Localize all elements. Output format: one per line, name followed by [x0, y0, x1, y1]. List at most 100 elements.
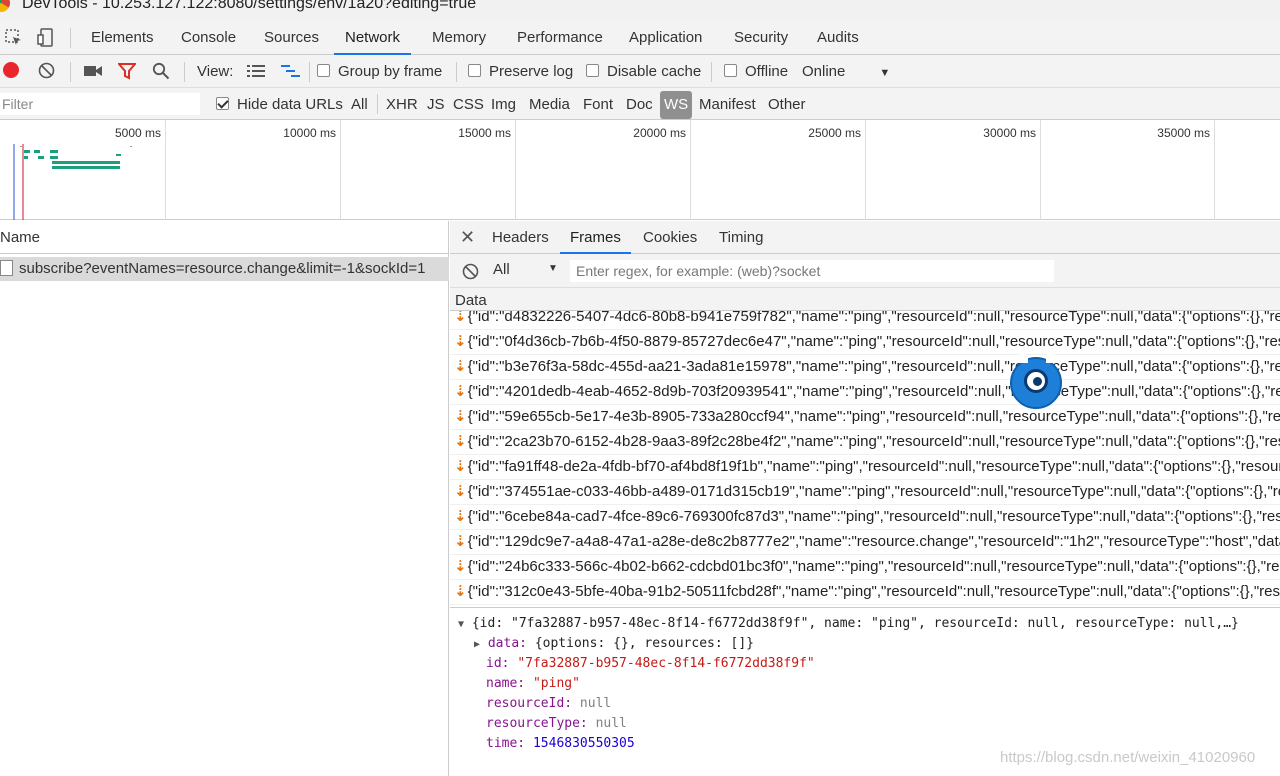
- frame-data: {"id":"b3e76f3a-58dc-455d-aa21-3ada81e15…: [467, 358, 1280, 375]
- frame-row[interactable]: ⇣{"id":"0f4d36cb-7b6b-4f50-8879-85727dec…: [450, 330, 1280, 355]
- checkbox-box: [724, 64, 737, 77]
- record-button[interactable]: [3, 62, 19, 78]
- toolbar-divider: [456, 62, 457, 82]
- filter-type-media[interactable]: Media: [529, 94, 570, 116]
- mascot-pupil: [1033, 377, 1042, 386]
- frame-row[interactable]: ⇣{"id":"2ca23b70-6152-4b28-9aa3-89f2c28b…: [450, 430, 1280, 455]
- filter-type-manifest[interactable]: Manifest: [699, 94, 756, 116]
- search-icon: [152, 62, 170, 80]
- frame-data: {"id":"312c0e43-5bfe-40ba-91b2-50511fcbd…: [467, 583, 1280, 600]
- frame-data: {"id":"0f4d36cb-7b6b-4f50-8879-85727dec6…: [467, 333, 1280, 350]
- detail-tabbar: ✕ Headers Frames Cookies Timing: [450, 221, 1280, 254]
- tab-sources[interactable]: Sources: [264, 20, 319, 55]
- tab-elements[interactable]: Elements: [91, 20, 154, 55]
- search-button[interactable]: [152, 62, 170, 84]
- arrow-down-icon: ⇣: [454, 458, 467, 475]
- clear-button[interactable]: [38, 62, 55, 84]
- frame-row[interactable]: ⇣{"id":"4201dedb-4eab-4652-8d9b-703f2093…: [450, 380, 1280, 405]
- watermark-text: https://blog.csdn.net/weixin_41020960: [1000, 749, 1256, 766]
- toolbar-divider: [70, 28, 71, 48]
- clear-frames-icon[interactable]: [462, 263, 479, 280]
- frame-row[interactable]: ⇣{"id":"24b6c333-566c-4b02-b662-cdcbd01b…: [450, 555, 1280, 580]
- frame-data: {"id":"d4832226-5407-4dc6-80b8-b941e759f…: [467, 311, 1280, 325]
- tab-timing[interactable]: Timing: [719, 221, 763, 254]
- filter-type-font[interactable]: Font: [583, 94, 613, 116]
- disable-cache-checkbox[interactable]: Disable cache: [586, 61, 701, 83]
- mascot-horn: [1046, 353, 1056, 363]
- frame-row[interactable]: ⇣{"id":"6cebe84a-cad7-4fce-89c6-769300fc…: [450, 505, 1280, 530]
- overview-time-label: 25000 ms: [808, 126, 861, 140]
- frame-row[interactable]: ⇣{"id":"b3e76f3a-58dc-455d-aa21-3ada81e1…: [450, 355, 1280, 380]
- filter-toggle-button[interactable]: [116, 62, 138, 84]
- chevron-down-icon[interactable]: ▼: [548, 263, 558, 274]
- group-by-frame-checkbox[interactable]: Group by frame: [317, 61, 442, 83]
- device-toolbar-icon[interactable]: [36, 28, 56, 48]
- frame-data: {"id":"4201dedb-4eab-4652-8d9b-703f20939…: [467, 383, 1280, 400]
- request-row[interactable]: subscribe?eventNames=resource.change&lim…: [0, 257, 449, 281]
- overview-time-label: 10000 ms: [283, 126, 336, 140]
- inspect-element-icon[interactable]: [4, 28, 24, 48]
- tab-cookies[interactable]: Cookies: [643, 221, 697, 254]
- frame-row[interactable]: ⇣{"id":"fa91ff48-de2a-4fdb-bf70-af4bd8f1…: [450, 455, 1280, 480]
- toolbar-divider: [70, 62, 71, 82]
- chrome-logo-icon: [0, 0, 10, 12]
- screenshots-button[interactable]: [83, 63, 103, 85]
- filter-funnel-icon: [116, 63, 138, 80]
- frame-row[interactable]: ⇣{"id":"374551ae-c033-46bb-a489-0171d315…: [450, 480, 1280, 505]
- tab-frames[interactable]: Frames: [560, 221, 631, 254]
- frame-row[interactable]: ⇣{"id":"129dc9e7-a4a8-47a1-a28e-de8c2b87…: [450, 530, 1280, 555]
- tab-console[interactable]: Console: [181, 20, 236, 55]
- frame-type-select[interactable]: All: [493, 261, 510, 278]
- filter-type-img[interactable]: Img: [491, 94, 516, 116]
- data-column-header[interactable]: Data: [450, 288, 1280, 311]
- property-value: null: [579, 696, 612, 711]
- name-column-header[interactable]: Name: [0, 221, 449, 254]
- object-property-data[interactable]: ▶ data: {options: {}, resources: []}: [474, 636, 754, 651]
- arrow-down-icon: ⇣: [454, 311, 467, 325]
- frames-regex-input[interactable]: [570, 260, 1054, 282]
- monster-mascot-icon[interactable]: [1010, 353, 1062, 409]
- filter-type-xhr[interactable]: XHR: [386, 94, 418, 116]
- tab-performance[interactable]: Performance: [517, 20, 603, 55]
- filter-type-js[interactable]: JS: [427, 94, 445, 116]
- tab-application[interactable]: Application: [629, 20, 702, 55]
- filter-type-ws[interactable]: WS: [660, 91, 693, 119]
- filter-type-doc[interactable]: Doc: [626, 94, 653, 116]
- arrow-down-icon: ⇣: [454, 558, 467, 575]
- tab-memory[interactable]: Memory: [432, 20, 486, 55]
- tab-network[interactable]: Network: [334, 20, 412, 55]
- filter-input[interactable]: [0, 93, 200, 115]
- tab-headers[interactable]: Headers: [492, 221, 549, 254]
- frame-row[interactable]: ⇣{"id":"d4832226-5407-4dc6-80b8-b941e759…: [450, 311, 1280, 330]
- close-icon[interactable]: ✕: [460, 227, 475, 248]
- clear-icon: [38, 62, 55, 79]
- object-summary[interactable]: ▼ {id: "7fa32887-b957-48ec-8f14-f6772dd3…: [458, 616, 1239, 631]
- frame-row[interactable]: ⇣{"id":"59e655cb-5e17-4e3b-8905-733a280c…: [450, 405, 1280, 430]
- tab-security[interactable]: Security: [734, 20, 788, 55]
- filter-type-all[interactable]: All: [351, 94, 368, 116]
- waterfall-overview-button[interactable]: [281, 63, 301, 85]
- overview-gridline: [515, 120, 516, 220]
- preserve-log-checkbox[interactable]: Preserve log: [468, 61, 573, 83]
- arrow-down-icon: ⇣: [454, 358, 467, 375]
- frame-row[interactable]: ⇣{"id":"312c0e43-5bfe-40ba-91b2-50511fcb…: [450, 580, 1280, 605]
- filter-type-other[interactable]: Other: [768, 94, 806, 116]
- large-rows-button[interactable]: [247, 63, 265, 85]
- filter-type-css[interactable]: CSS: [453, 94, 484, 116]
- checkbox-box-checked: [216, 97, 229, 110]
- arrow-down-icon: ⇣: [454, 408, 467, 425]
- frame-data: {"id":"2ca23b70-6152-4b28-9aa3-89f2c28be…: [467, 433, 1280, 450]
- offline-checkbox[interactable]: Offline: [724, 61, 788, 83]
- arrow-down-icon: ⇣: [454, 333, 467, 350]
- video-camera-icon: [84, 66, 102, 76]
- overview-time-label: 20000 ms: [633, 126, 686, 140]
- hide-data-urls-checkbox[interactable]: Hide data URLs: [216, 94, 343, 116]
- property-key: id:: [486, 656, 510, 671]
- network-overview[interactable]: 5000 ms 10000 ms 15000 ms 20000 ms 25000…: [0, 120, 1280, 220]
- checkbox-box: [586, 64, 599, 77]
- frame-data: {"id":"129dc9e7-a4a8-47a1-a28e-de8c2b877…: [467, 533, 1280, 550]
- tab-audits[interactable]: Audits: [817, 20, 859, 55]
- frames-list[interactable]: ⇣{"id":"d4832226-5407-4dc6-80b8-b941e759…: [450, 311, 1280, 608]
- throttling-select[interactable]: Online ▼: [802, 61, 890, 83]
- waterfall-icon: [281, 65, 300, 77]
